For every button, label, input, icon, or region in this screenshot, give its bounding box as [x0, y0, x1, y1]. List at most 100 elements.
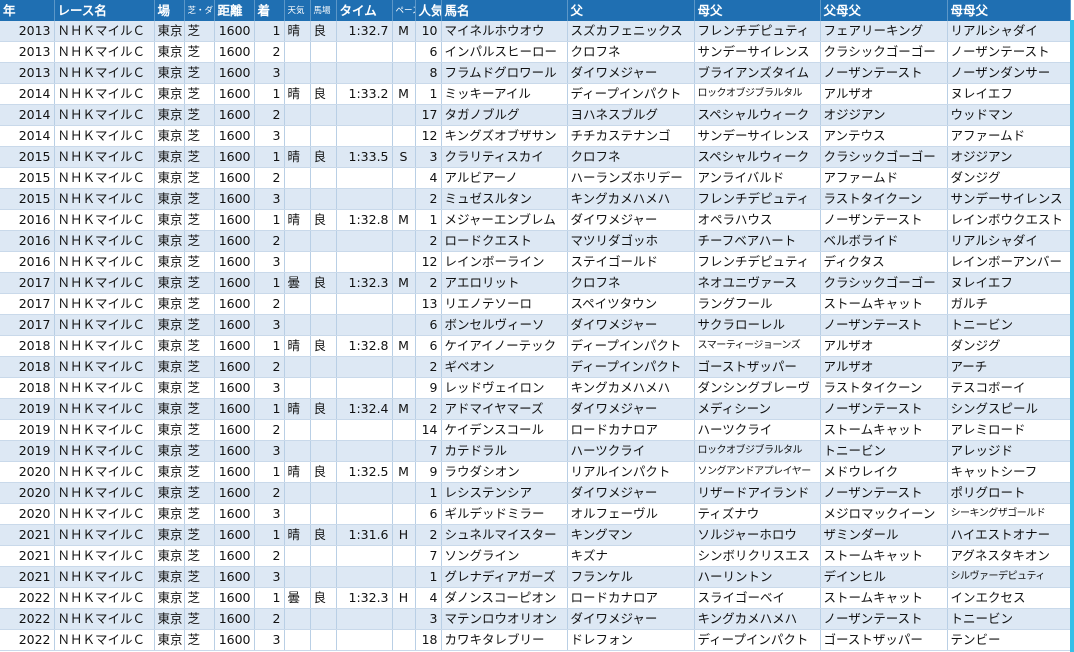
pace-cell[interactable]: [392, 440, 416, 462]
year-cell[interactable]: 2015: [0, 146, 55, 168]
popularity-cell[interactable]: 3: [415, 146, 442, 168]
dam-sire-cell[interactable]: トニービン: [947, 314, 1071, 336]
sire-sire-cell[interactable]: ノーザンテースト: [820, 482, 948, 504]
distance-cell[interactable]: 1600: [214, 398, 255, 420]
venue-cell[interactable]: 東京: [154, 629, 185, 651]
sire-cell[interactable]: キングカメハメハ: [567, 188, 695, 210]
horse-name-cell[interactable]: ギベオン: [441, 356, 568, 378]
sire-sire-cell[interactable]: ノーザンテースト: [820, 62, 948, 84]
race-name-cell[interactable]: ＮＨＫマイルＣ: [54, 146, 155, 168]
track-cell[interactable]: [310, 503, 337, 525]
horse-name-cell[interactable]: ミッキーアイル: [441, 83, 568, 105]
year-cell[interactable]: 2013: [0, 62, 55, 84]
horse-name-cell[interactable]: ケイデンスコール: [441, 419, 568, 441]
distance-cell[interactable]: 1600: [214, 461, 255, 483]
time-cell[interactable]: [336, 545, 393, 567]
dam-cell[interactable]: フレンチデピュティ: [694, 188, 821, 210]
time-cell[interactable]: [336, 104, 393, 126]
pace-cell[interactable]: [392, 230, 416, 252]
surface-cell[interactable]: 芝: [184, 440, 215, 462]
weather-cell[interactable]: 晴: [284, 83, 311, 105]
sire-cell[interactable]: キングマン: [567, 524, 695, 546]
surface-cell[interactable]: 芝: [184, 41, 215, 63]
sire-cell[interactable]: フランケル: [567, 566, 695, 588]
header-year[interactable]: 年: [0, 0, 55, 21]
dam-cell[interactable]: スライゴーベイ: [694, 587, 821, 609]
venue-cell[interactable]: 東京: [154, 104, 185, 126]
header-weather[interactable]: 天気: [284, 0, 311, 21]
dam-cell[interactable]: フレンチデピュティ: [694, 251, 821, 273]
sire-sire-cell[interactable]: クラシックゴーゴー: [820, 146, 948, 168]
horse-name-cell[interactable]: レッドヴェイロン: [441, 377, 568, 399]
surface-cell[interactable]: 芝: [184, 629, 215, 651]
weather-cell[interactable]: [284, 230, 311, 252]
race-name-cell[interactable]: ＮＨＫマイルＣ: [54, 461, 155, 483]
popularity-cell[interactable]: 2: [415, 356, 442, 378]
dam-sire-cell[interactable]: ヌレイエフ: [947, 272, 1071, 294]
surface-cell[interactable]: 芝: [184, 125, 215, 147]
weather-cell[interactable]: [284, 440, 311, 462]
table-row[interactable]: 2013 ＮＨＫマイルＣ 東京芝 1600 2 6 インパルスヒーロー クロフネ サンデーサイレ…: [0, 41, 1071, 63]
dam-cell[interactable]: ソングアンドアプレイヤー: [694, 461, 821, 483]
dam-sire-cell[interactable]: アグネスタキオン: [947, 545, 1071, 567]
sire-cell[interactable]: ハーランズホリデー: [567, 167, 695, 189]
track-cell[interactable]: 良: [310, 83, 337, 105]
finish-cell[interactable]: 1: [254, 461, 285, 483]
track-cell[interactable]: [310, 419, 337, 441]
dam-sire-cell[interactable]: レインボーアンバー: [947, 251, 1071, 273]
header-sire[interactable]: 父: [567, 0, 695, 21]
pace-cell[interactable]: [392, 167, 416, 189]
year-cell[interactable]: 2016: [0, 251, 55, 273]
pace-cell[interactable]: [392, 608, 416, 630]
finish-cell[interactable]: 1: [254, 335, 285, 357]
weather-cell[interactable]: [284, 608, 311, 630]
distance-cell[interactable]: 1600: [214, 167, 255, 189]
header-surface[interactable]: 芝・ダ: [184, 0, 215, 21]
dam-sire-cell[interactable]: ウッドマン: [947, 104, 1071, 126]
sire-cell[interactable]: ダイワメジャー: [567, 608, 695, 630]
table-row[interactable]: 2013 ＮＨＫマイルＣ 東京芝 1600 3 8 フラムドグロワール ダイワメジャー ブライア…: [0, 62, 1071, 84]
year-cell[interactable]: 2015: [0, 188, 55, 210]
year-cell[interactable]: 2018: [0, 335, 55, 357]
distance-cell[interactable]: 1600: [214, 188, 255, 210]
venue-cell[interactable]: 東京: [154, 146, 185, 168]
year-cell[interactable]: 2014: [0, 83, 55, 105]
race-name-cell[interactable]: ＮＨＫマイルＣ: [54, 356, 155, 378]
sire-sire-cell[interactable]: オジジアン: [820, 104, 948, 126]
dam-sire-cell[interactable]: リアルシャダイ: [947, 21, 1071, 42]
dam-cell[interactable]: ハーツクライ: [694, 419, 821, 441]
popularity-cell[interactable]: 9: [415, 461, 442, 483]
race-name-cell[interactable]: ＮＨＫマイルＣ: [54, 83, 155, 105]
finish-cell[interactable]: 2: [254, 41, 285, 63]
track-cell[interactable]: [310, 440, 337, 462]
dam-cell[interactable]: スペシャルウィーク: [694, 146, 821, 168]
sire-cell[interactable]: クロフネ: [567, 41, 695, 63]
popularity-cell[interactable]: 1: [415, 482, 442, 504]
year-cell[interactable]: 2017: [0, 272, 55, 294]
weather-cell[interactable]: [284, 104, 311, 126]
venue-cell[interactable]: 東京: [154, 21, 185, 42]
popularity-cell[interactable]: 13: [415, 293, 442, 315]
race-name-cell[interactable]: ＮＨＫマイルＣ: [54, 188, 155, 210]
pace-cell[interactable]: S: [392, 146, 416, 168]
time-cell[interactable]: 1:33.2: [336, 83, 393, 105]
table-row[interactable]: 2020 ＮＨＫマイルＣ 東京芝 1600 1 晴良 1:32.5 M 9 ラウダシオン リアルイン…: [0, 461, 1071, 483]
sire-cell[interactable]: スペイツタウン: [567, 293, 695, 315]
table-row[interactable]: 2016 ＮＨＫマイルＣ 東京芝 1600 1 晴良 1:32.8 M 1 メジャーエンブレム ダイ…: [0, 209, 1071, 231]
sire-cell[interactable]: ダイワメジャー: [567, 209, 695, 231]
track-cell[interactable]: [310, 104, 337, 126]
time-cell[interactable]: 1:32.7: [336, 21, 393, 42]
horse-name-cell[interactable]: カテドラル: [441, 440, 568, 462]
sire-sire-cell[interactable]: トニービン: [820, 440, 948, 462]
finish-cell[interactable]: 2: [254, 608, 285, 630]
weather-cell[interactable]: 晴: [284, 461, 311, 483]
track-cell[interactable]: [310, 377, 337, 399]
sire-sire-cell[interactable]: ストームキャット: [820, 293, 948, 315]
distance-cell[interactable]: 1600: [214, 608, 255, 630]
time-cell[interactable]: 1:32.8: [336, 335, 393, 357]
time-cell[interactable]: [336, 356, 393, 378]
venue-cell[interactable]: 東京: [154, 272, 185, 294]
race-name-cell[interactable]: ＮＨＫマイルＣ: [54, 167, 155, 189]
sire-cell[interactable]: キズナ: [567, 545, 695, 567]
sire-sire-cell[interactable]: ディクタス: [820, 251, 948, 273]
